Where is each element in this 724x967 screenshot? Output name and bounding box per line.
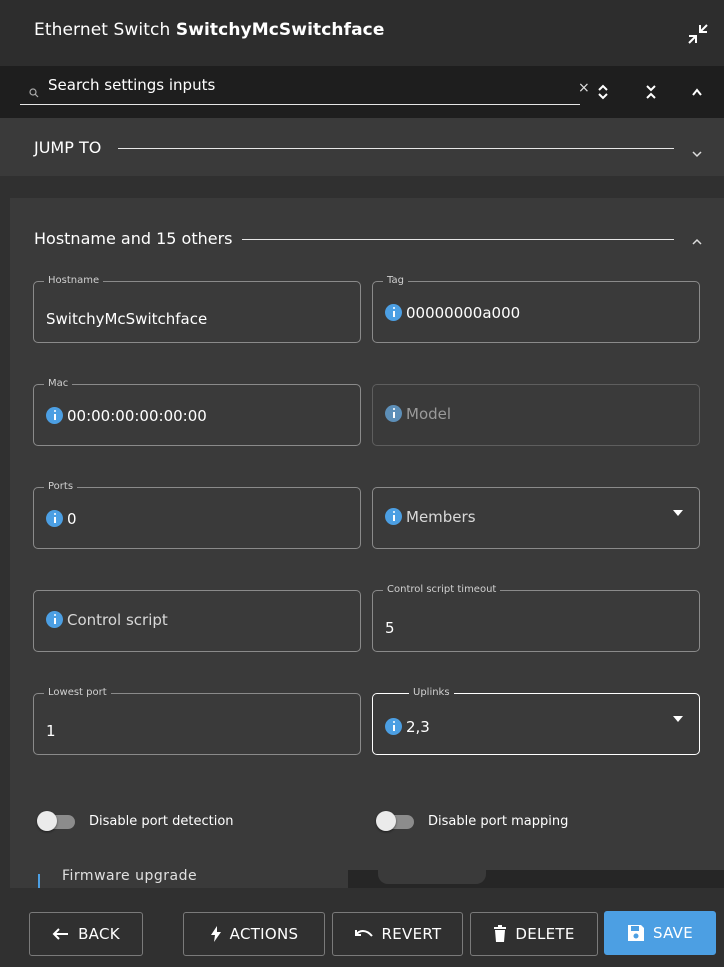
lowest-port-field[interactable]: Lowest port 1 <box>33 686 361 755</box>
info-icon <box>385 718 402 735</box>
search-icon <box>29 83 39 98</box>
peek-indicator <box>38 874 40 888</box>
info-icon <box>385 304 402 321</box>
window-title: Ethernet Switch SwitchyMcSwitchface <box>34 20 384 40</box>
tag-label: Tag <box>383 274 408 288</box>
revert-label: REVERT <box>381 925 442 943</box>
tag-value: 00000000a000 <box>406 304 521 322</box>
uplinks-label: Uplinks <box>409 686 454 700</box>
ports-label: Ports <box>44 480 78 494</box>
save-button[interactable]: SAVE <box>604 911 716 955</box>
mac-value: 00:00:00:00:00:00 <box>67 407 207 425</box>
hostname-value: SwitchyMcSwitchface <box>46 310 208 328</box>
info-icon <box>385 405 402 422</box>
disable-port-detection-label: Disable port detection <box>89 814 234 829</box>
save-label: SAVE <box>652 924 694 942</box>
expand-collapse-icon[interactable] <box>592 80 614 104</box>
chevron-up-icon[interactable] <box>690 232 704 245</box>
hostname-label: Hostname <box>44 274 104 288</box>
revert-button[interactable]: REVERT <box>332 912 463 956</box>
floppy-disk-icon <box>627 925 644 941</box>
delete-button[interactable]: DELETE <box>470 912 598 956</box>
back-button[interactable]: BACK <box>29 912 143 956</box>
control-script-value-wrap: Control script <box>46 611 168 629</box>
model-value-wrap: Model <box>385 405 451 423</box>
search-placeholder: Search settings inputs <box>48 76 216 94</box>
disable-port-detection-toggle[interactable] <box>37 811 77 831</box>
disable-port-mapping-label: Disable port mapping <box>428 814 569 829</box>
clear-search-button[interactable]: × <box>578 80 590 96</box>
hostname-field[interactable]: Hostname SwitchyMcSwitchface <box>33 274 361 343</box>
mac-label: Mac <box>44 377 73 391</box>
peek-pill <box>378 870 486 884</box>
info-icon <box>46 611 63 628</box>
jump-to-divider <box>118 148 674 149</box>
search-input[interactable]: Search settings inputs × <box>20 74 590 105</box>
jump-to-label: JUMP TO <box>34 138 102 157</box>
section-title: Hostname and 15 others <box>34 229 233 248</box>
peek-area-right <box>348 870 724 888</box>
actions-button[interactable]: ACTIONS <box>183 912 325 956</box>
ports-value-wrap: 0 <box>46 510 77 528</box>
search-bar: Search settings inputs × <box>0 66 724 118</box>
members-placeholder: Members <box>406 508 476 526</box>
model-field[interactable]: Model <box>372 384 700 446</box>
uplinks-select[interactable]: Uplinks 2,3 <box>372 686 700 755</box>
info-icon <box>46 510 63 527</box>
tag-value-wrap: 00000000a000 <box>385 304 520 322</box>
collapse-icon[interactable] <box>686 22 710 46</box>
control-script-timeout-label: Control script timeout <box>383 583 501 597</box>
window-title-prefix: Ethernet Switch <box>34 20 171 40</box>
footer-toolbar: BACK ACTIONS REVERT DELETE SAVE <box>0 888 724 967</box>
trash-icon <box>494 925 507 942</box>
mac-value-wrap: 00:00:00:00:00:00 <box>46 407 207 425</box>
toggle-knob <box>376 811 396 831</box>
firmware-upgrade-peek[interactable]: Firmware upgrade <box>20 868 360 888</box>
firmware-upgrade-label: Firmware upgrade <box>62 868 198 884</box>
back-label: BACK <box>78 925 120 943</box>
lightning-icon <box>210 926 221 942</box>
control-script-timeout-value: 5 <box>385 619 395 637</box>
undo-icon <box>354 930 373 937</box>
members-value-wrap: Members <box>385 508 476 526</box>
uplinks-value: 2,3 <box>406 718 430 736</box>
control-script-timeout-field[interactable]: Control script timeout 5 <box>372 583 700 652</box>
jump-to-section[interactable]: JUMP TO <box>0 118 724 176</box>
chevron-down-icon[interactable] <box>690 144 704 158</box>
mac-field[interactable]: Mac 00:00:00:00:00:00 <box>33 377 361 446</box>
tag-field[interactable]: Tag 00000000a000 <box>372 274 700 343</box>
actions-label: ACTIONS <box>229 925 299 943</box>
model-placeholder: Model <box>406 405 452 423</box>
title-bar: Ethernet Switch SwitchyMcSwitchface <box>0 0 724 66</box>
disable-port-mapping-toggle[interactable] <box>376 811 416 831</box>
ports-field[interactable]: Ports 0 <box>33 480 361 549</box>
delete-label: DELETE <box>515 925 575 943</box>
members-select[interactable]: Members <box>372 487 700 549</box>
toggle-knob <box>37 811 57 831</box>
info-icon <box>46 407 63 424</box>
section-divider <box>242 239 674 240</box>
divider-band <box>0 176 724 198</box>
ports-value: 0 <box>67 510 77 528</box>
lowest-port-value: 1 <box>46 722 56 740</box>
dropdown-arrow-icon[interactable] <box>673 716 683 722</box>
control-script-placeholder: Control script <box>67 611 168 629</box>
window-title-name: SwitchyMcSwitchface <box>175 20 385 40</box>
uplinks-value-wrap: 2,3 <box>385 718 430 736</box>
chevron-up-icon[interactable] <box>686 80 708 104</box>
control-script-field[interactable]: Control script <box>33 590 361 652</box>
lowest-port-label: Lowest port <box>44 686 111 700</box>
info-icon <box>385 508 402 525</box>
dropdown-arrow-icon[interactable] <box>673 510 683 516</box>
arrow-left-icon <box>52 928 69 940</box>
collapse-all-icon[interactable] <box>640 80 662 104</box>
